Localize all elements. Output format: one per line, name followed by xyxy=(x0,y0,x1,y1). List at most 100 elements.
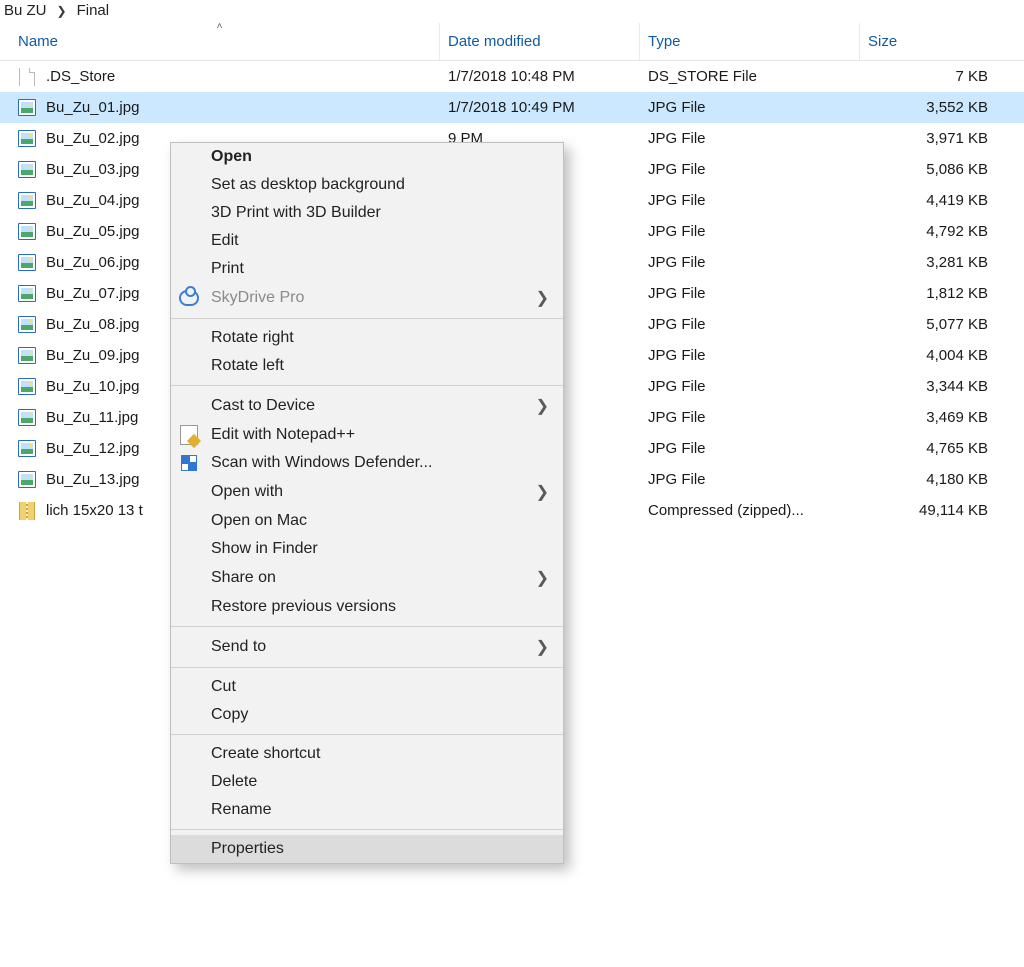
file-name: Bu_Zu_02.jpg xyxy=(46,130,139,147)
breadcrumb-parent[interactable]: Bu ZU xyxy=(4,2,47,19)
file-size: 4,765 KB xyxy=(860,440,1024,457)
file-name: Bu_Zu_11.jpg xyxy=(46,409,138,426)
file-type: JPG File xyxy=(640,99,860,116)
breadcrumb[interactable]: Bu ZU ❯ Final xyxy=(0,0,1024,23)
file-size: 3,344 KB xyxy=(860,378,1024,395)
menu-open-with[interactable]: Open with❯ xyxy=(171,477,563,507)
notepad-icon xyxy=(179,425,199,445)
table-row[interactable]: Bu_Zu_01.jpg 1/7/2018 10:49 PMJPG File3,5… xyxy=(0,92,1024,123)
image-file-icon xyxy=(18,285,36,303)
file-type: DS_STORE File xyxy=(640,68,860,85)
image-file-icon xyxy=(18,254,36,272)
menu-separator xyxy=(171,667,563,668)
file-type: JPG File xyxy=(640,440,860,457)
file-size: 4,180 KB xyxy=(860,471,1024,488)
file-name: Bu_Zu_13.jpg xyxy=(46,471,139,488)
menu-edit-notepadpp[interactable]: Edit with Notepad++ xyxy=(171,421,563,449)
chevron-right-icon: ❯ xyxy=(536,568,549,588)
file-name: Bu_Zu_03.jpg xyxy=(46,161,139,178)
menu-set-desktop-background[interactable]: Set as desktop background xyxy=(171,171,563,199)
table-row[interactable]: .DS_Store 1/7/2018 10:48 PMDS_STORE File7… xyxy=(0,61,1024,92)
menu-separator xyxy=(171,318,563,319)
menu-send-to[interactable]: Send to❯ xyxy=(171,632,563,662)
cloud-icon xyxy=(179,288,199,308)
file-type: JPG File xyxy=(640,192,860,209)
file-date: 1/7/2018 10:48 PM xyxy=(440,68,640,85)
image-file-icon xyxy=(18,409,36,427)
chevron-right-icon: ❯ xyxy=(536,482,549,502)
menu-delete[interactable]: Delete xyxy=(171,768,563,796)
file-size: 3,552 KB xyxy=(860,99,1024,116)
file-name: Bu_Zu_05.jpg xyxy=(46,223,139,240)
file-name: Bu_Zu_06.jpg xyxy=(46,254,139,271)
file-type: JPG File xyxy=(640,471,860,488)
menu-copy[interactable]: Copy xyxy=(171,701,563,729)
file-size: 49,114 KB xyxy=(860,502,1024,519)
file-name: Bu_Zu_04.jpg xyxy=(46,192,139,209)
image-file-icon xyxy=(18,130,36,148)
file-name: Bu_Zu_12.jpg xyxy=(46,440,139,457)
file-size: 1,812 KB xyxy=(860,285,1024,302)
chevron-right-icon: ❯ xyxy=(57,4,67,18)
file-name: Bu_Zu_09.jpg xyxy=(46,347,139,364)
image-file-icon xyxy=(18,378,36,396)
menu-separator xyxy=(171,829,563,830)
file-name: Bu_Zu_07.jpg xyxy=(46,285,139,302)
header-date[interactable]: Date modified xyxy=(440,23,640,60)
file-type: JPG File xyxy=(640,378,860,395)
menu-3d-print[interactable]: 3D Print with 3D Builder xyxy=(171,199,563,227)
file-name: lich 15x20 13 t xyxy=(46,502,143,519)
chevron-right-icon: ❯ xyxy=(536,288,549,308)
file-size: 3,281 KB xyxy=(860,254,1024,271)
menu-cast-to-device[interactable]: Cast to Device❯ xyxy=(171,391,563,421)
image-file-icon xyxy=(18,192,36,210)
file-type: JPG File xyxy=(640,254,860,271)
menu-separator xyxy=(171,734,563,735)
menu-share-on[interactable]: Share on❯ xyxy=(171,563,563,593)
menu-open[interactable]: Open xyxy=(171,143,563,171)
chevron-right-icon: ❯ xyxy=(536,637,549,657)
file-type: JPG File xyxy=(640,347,860,364)
sort-asc-icon: ˄ xyxy=(217,22,223,32)
menu-open-on-mac[interactable]: Open on Mac xyxy=(171,507,563,535)
menu-scan-defender[interactable]: Scan with Windows Defender... xyxy=(171,449,563,477)
header-size[interactable]: Size xyxy=(860,23,1024,60)
menu-print[interactable]: Print xyxy=(171,255,563,283)
menu-show-in-finder[interactable]: Show in Finder xyxy=(171,535,563,563)
menu-restore-previous-versions[interactable]: Restore previous versions xyxy=(171,593,563,621)
file-type: JPG File xyxy=(640,130,860,147)
header-type[interactable]: Type xyxy=(640,23,860,60)
breadcrumb-current[interactable]: Final xyxy=(77,2,110,19)
chevron-right-icon: ❯ xyxy=(536,396,549,416)
file-size: 4,792 KB xyxy=(860,223,1024,240)
file-type: JPG File xyxy=(640,409,860,426)
file-size: 3,469 KB xyxy=(860,409,1024,426)
file-name: Bu_Zu_01.jpg xyxy=(46,99,139,116)
file-name: .DS_Store xyxy=(46,68,115,85)
list-header: ˄ Name Date modified Type Size xyxy=(0,23,1024,61)
menu-create-shortcut[interactable]: Create shortcut xyxy=(171,740,563,768)
image-file-icon xyxy=(18,223,36,241)
menu-properties[interactable]: Properties xyxy=(171,835,563,863)
header-name[interactable]: ˄ Name xyxy=(0,23,440,60)
file-size: 5,086 KB xyxy=(860,161,1024,178)
menu-edit[interactable]: Edit xyxy=(171,227,563,255)
menu-rename[interactable]: Rename xyxy=(171,796,563,824)
file-size: 5,077 KB xyxy=(860,316,1024,333)
file-type: JPG File xyxy=(640,161,860,178)
menu-rotate-left[interactable]: Rotate left xyxy=(171,352,563,380)
image-file-icon xyxy=(18,99,36,117)
menu-cut[interactable]: Cut xyxy=(171,673,563,701)
file-type: JPG File xyxy=(640,316,860,333)
shield-icon xyxy=(179,453,199,473)
file-size: 7 KB xyxy=(860,68,1024,85)
image-file-icon xyxy=(18,440,36,458)
context-menu: Open Set as desktop background 3D Print … xyxy=(170,142,564,864)
menu-separator xyxy=(171,385,563,386)
file-date: 1/7/2018 10:49 PM xyxy=(440,99,640,116)
file-icon xyxy=(18,68,36,86)
menu-rotate-right[interactable]: Rotate right xyxy=(171,324,563,352)
file-size: 3,971 KB xyxy=(860,130,1024,147)
menu-skydrive-pro[interactable]: SkyDrive Pro ❯ xyxy=(171,283,563,313)
file-type: JPG File xyxy=(640,285,860,302)
